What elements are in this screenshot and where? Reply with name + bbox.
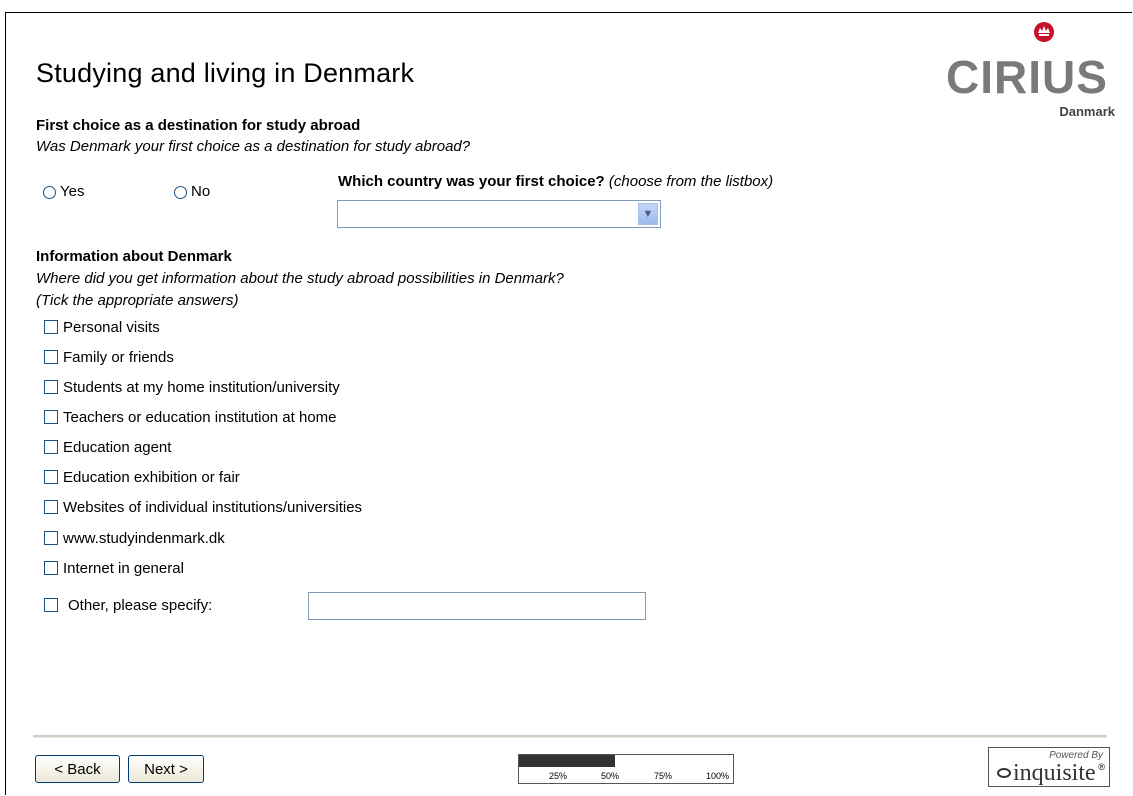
q2-heading: Information about Denmark: [36, 248, 232, 265]
checkbox-internet[interactable]: Internet in general: [44, 560, 184, 582]
country-question: Which country was your first choice? (ch…: [338, 173, 773, 190]
q1-heading: First choice as a destination for study …: [36, 117, 361, 134]
q2-hint: (Tick the appropriate answers): [36, 292, 239, 309]
checkbox-exhibition[interactable]: Education exhibition or fair: [44, 469, 240, 491]
checkbox[interactable]: [44, 410, 58, 425]
checkbox[interactable]: [44, 500, 58, 515]
divider: [33, 735, 1107, 738]
radio-yes-circle[interactable]: [43, 185, 56, 199]
checkbox-label: www.studyindenmark.dk: [63, 530, 225, 547]
checkbox[interactable]: [44, 470, 58, 485]
checkbox-label: Websites of individual institutions/univ…: [63, 499, 363, 516]
checkbox-label: Education agent: [63, 439, 172, 456]
cirius-logo: CIRIUS Danmark: [940, 20, 1125, 125]
checkbox[interactable]: [44, 440, 58, 455]
checkbox[interactable]: [44, 350, 58, 365]
logo-name: CIRIUS: [946, 51, 1108, 103]
checkbox-label: Education exhibition or fair: [63, 469, 240, 486]
checkbox-websites[interactable]: Websites of individual institutions/univ…: [44, 499, 362, 521]
progress-tick: 25%: [549, 771, 568, 781]
checkbox[interactable]: [44, 380, 58, 395]
page-title: Studying and living in Denmark: [36, 58, 415, 88]
radio-no-label: No: [191, 183, 211, 200]
progress-fill: [519, 755, 616, 767]
checkbox-personal-visits[interactable]: Personal visits: [44, 319, 160, 341]
powered-by-badge[interactable]: Powered By inquisite ®: [988, 747, 1110, 787]
checkbox-label: Other, please specify:: [68, 597, 213, 614]
radio-yes[interactable]: Yes: [43, 183, 84, 200]
inquisite-text: inquisite: [1013, 760, 1096, 786]
progress-tick: 100%: [706, 771, 730, 781]
radio-no-circle[interactable]: [174, 185, 187, 199]
checkbox-label: Personal visits: [63, 319, 160, 336]
eye-icon: [997, 768, 1011, 778]
checkbox-label: Internet in general: [63, 560, 184, 577]
checkbox-education-agent[interactable]: Education agent: [44, 439, 171, 461]
crown-icon: [1034, 22, 1054, 42]
progress-tick: 75%: [654, 771, 673, 781]
radio-yes-label: Yes: [60, 183, 85, 200]
checkbox[interactable]: [44, 561, 58, 576]
chevron-down-icon[interactable]: ▼: [638, 203, 658, 225]
progress-bar: 25% 50% 75% 100%: [518, 754, 734, 784]
checkbox-label: Teachers or education institution at hom…: [63, 409, 337, 426]
next-button[interactable]: Next >: [128, 755, 204, 783]
inquisite-brand: inquisite: [997, 760, 1096, 787]
country-select[interactable]: ▼: [337, 200, 661, 228]
q2-question: Where did you get information about the …: [36, 270, 564, 287]
checkbox[interactable]: [44, 531, 58, 546]
progress-tick: 50%: [601, 771, 620, 781]
checkbox-label: Students at my home institution/universi…: [63, 379, 340, 396]
radio-no[interactable]: No: [174, 183, 210, 200]
checkbox-studyindenmark[interactable]: www.studyindenmark.dk: [44, 530, 225, 552]
registered-mark: ®: [1098, 762, 1105, 772]
checkbox-teachers[interactable]: Teachers or education institution at hom…: [44, 409, 337, 431]
q1-question: Was Denmark your first choice as a desti…: [36, 138, 471, 155]
checkbox-students[interactable]: Students at my home institution/universi…: [44, 379, 340, 401]
checkbox-family-friends[interactable]: Family or friends: [44, 349, 174, 371]
logo-sub: Danmark: [1059, 104, 1115, 119]
checkbox[interactable]: [44, 320, 58, 335]
checkbox[interactable]: [44, 598, 58, 613]
checkbox-label: Family or friends: [63, 349, 174, 366]
country-label: Which country was your first choice?: [338, 173, 605, 190]
other-specify-input[interactable]: [308, 592, 646, 620]
country-hint: (choose from the listbox): [608, 173, 774, 190]
back-button[interactable]: < Back: [35, 755, 120, 783]
progress-ticks: 25% 50% 75% 100%: [519, 769, 733, 783]
checkbox-other[interactable]: Other, please specify:: [44, 597, 212, 619]
